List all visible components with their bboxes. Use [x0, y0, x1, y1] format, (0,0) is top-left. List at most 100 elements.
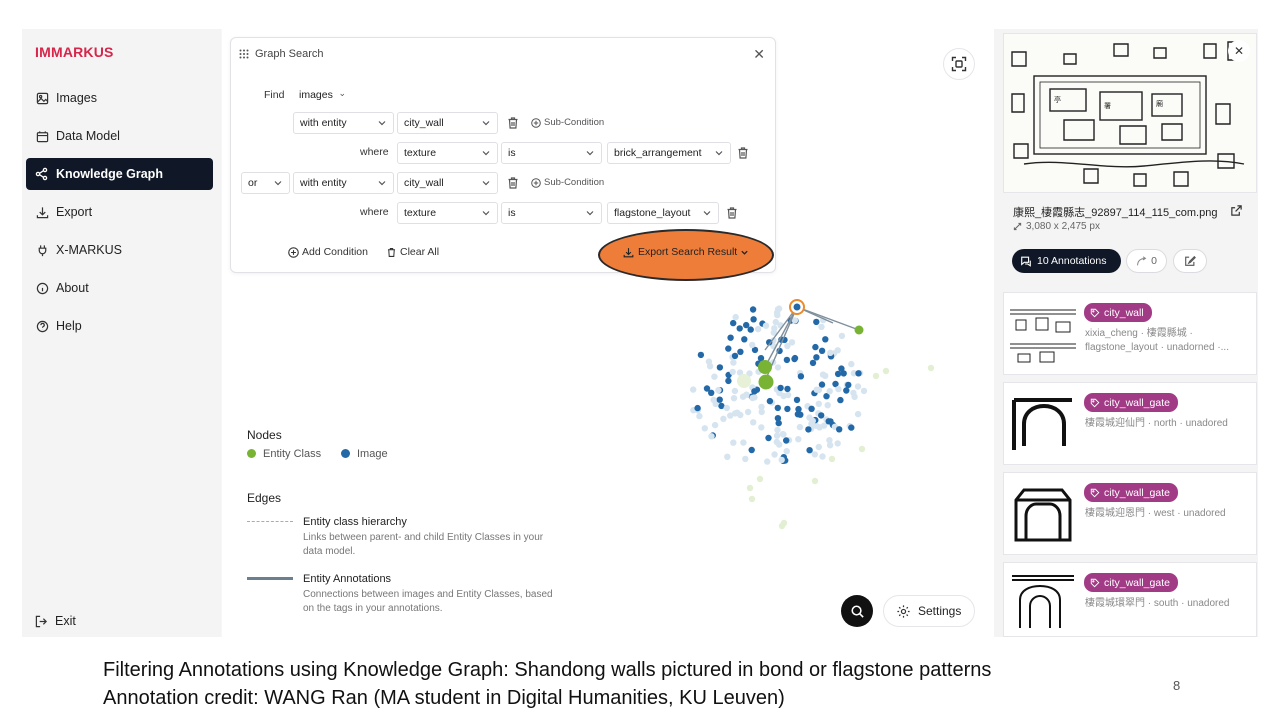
faded-entity-node[interactable]	[872, 372, 880, 380]
faded-node[interactable]	[727, 412, 734, 419]
settings-button[interactable]: Settings	[883, 595, 975, 627]
image-node[interactable]	[848, 424, 855, 431]
faded-node[interactable]	[815, 400, 822, 407]
faded-node[interactable]	[795, 436, 802, 443]
image-node[interactable]	[725, 345, 732, 352]
entity-select-2[interactable]: city_wall	[397, 172, 498, 194]
image-node[interactable]	[777, 384, 784, 392]
faded-entity-node[interactable]	[746, 484, 754, 492]
faded-node[interactable]	[796, 423, 804, 431]
faded-entity-node[interactable]	[811, 477, 819, 485]
faded-node[interactable]	[742, 455, 749, 463]
image-node[interactable]	[834, 370, 842, 378]
entity-class-node[interactable]	[758, 360, 772, 374]
image-node[interactable]	[765, 434, 772, 442]
image-node[interactable]	[809, 359, 817, 367]
value-select-2[interactable]: flagstone_layout	[607, 202, 719, 224]
property-select-2[interactable]: texture	[397, 202, 498, 224]
entity-class-node[interactable]	[758, 374, 774, 390]
entity-select-1[interactable]: city_wall	[397, 112, 498, 134]
faded-node[interactable]	[854, 410, 862, 418]
faded-entity-node[interactable]	[882, 367, 890, 375]
faded-node[interactable]	[729, 368, 736, 376]
faded-entity-node[interactable]	[748, 495, 756, 503]
faded-node[interactable]	[774, 426, 781, 434]
selected-image-node-core[interactable]	[793, 303, 801, 311]
faded-node[interactable]	[809, 417, 816, 425]
image-node[interactable]	[730, 319, 737, 327]
faded-node[interactable]	[771, 325, 778, 332]
faded-entity-node[interactable]	[780, 519, 788, 527]
faded-node[interactable]	[731, 387, 739, 395]
image-node[interactable]	[845, 381, 852, 389]
sidebar-item-images[interactable]: Images	[26, 82, 213, 114]
image-node[interactable]	[813, 318, 820, 326]
faded-node[interactable]	[750, 419, 757, 426]
image-node[interactable]	[749, 306, 757, 313]
sidebar-item-help[interactable]: Help	[26, 310, 213, 342]
image-node[interactable]	[694, 404, 701, 412]
faded-node[interactable]	[754, 325, 762, 333]
operator-select-1[interactable]: is	[501, 142, 602, 164]
image-node[interactable]	[783, 437, 790, 444]
faded-node[interactable]	[811, 451, 818, 458]
faded-node[interactable]	[815, 386, 823, 394]
relation-select-2[interactable]: with entity	[293, 172, 394, 194]
annotations-tab[interactable]: 10 Annotations	[1012, 249, 1121, 273]
property-select-1[interactable]: texture	[397, 142, 498, 164]
image-node[interactable]	[774, 404, 781, 412]
search-graph-button[interactable]	[841, 595, 873, 627]
add-sub-condition-button[interactable]: Sub-Condition	[531, 177, 604, 188]
image-node[interactable]	[836, 426, 843, 433]
image-node[interactable]	[797, 373, 805, 380]
faded-node[interactable]	[710, 396, 717, 404]
faded-node[interactable]	[838, 332, 846, 340]
image-node[interactable]	[822, 336, 829, 343]
value-select-1[interactable]: brick_arrangement	[607, 142, 731, 164]
image-node[interactable]	[748, 446, 755, 454]
faded-entity-node[interactable]	[756, 475, 764, 483]
sidebar-item-export[interactable]: Export	[26, 196, 213, 228]
faded-node[interactable]	[705, 358, 713, 365]
faded-node[interactable]	[751, 394, 758, 401]
image-node[interactable]	[703, 385, 711, 392]
image-node[interactable]	[731, 352, 739, 360]
trash-icon[interactable]	[506, 176, 520, 190]
faded-node[interactable]	[774, 364, 782, 371]
sidebar-item-knowledge-graph[interactable]: Knowledge Graph	[26, 158, 213, 190]
faded-node[interactable]	[819, 453, 826, 460]
image-node[interactable]	[783, 356, 791, 364]
add-sub-condition-button[interactable]: Sub-Condition	[531, 117, 604, 128]
image-node[interactable]	[725, 377, 732, 385]
add-condition-button[interactable]: Add Condition	[288, 246, 368, 258]
image-node[interactable]	[766, 397, 774, 405]
export-search-result-button[interactable]: Export Search Result	[623, 246, 749, 258]
faded-node[interactable]	[696, 412, 703, 420]
faded-node[interactable]	[720, 415, 727, 422]
faded-node[interactable]	[744, 408, 752, 416]
image-node[interactable]	[813, 354, 820, 361]
image-node[interactable]	[716, 396, 723, 403]
image-node[interactable]	[855, 370, 862, 377]
faded-node[interactable]	[724, 453, 731, 460]
drag-handle-icon[interactable]	[239, 49, 249, 59]
faded-node[interactable]	[827, 349, 834, 356]
fit-view-button[interactable]	[943, 48, 975, 80]
faded-node[interactable]	[739, 393, 747, 400]
faded-node[interactable]	[711, 373, 718, 380]
faded-node[interactable]	[749, 341, 756, 349]
faded-node[interactable]	[815, 443, 822, 451]
faded-node[interactable]	[774, 306, 782, 313]
faded-node[interactable]	[711, 421, 719, 429]
faded-node[interactable]	[762, 322, 770, 329]
image-node[interactable]	[843, 387, 850, 394]
faded-node[interactable]	[690, 386, 697, 393]
faded-node[interactable]	[715, 386, 722, 394]
faded-node[interactable]	[834, 440, 841, 447]
image-node[interactable]	[793, 396, 801, 404]
faded-node[interactable]	[773, 432, 781, 439]
faded-node[interactable]	[758, 408, 765, 416]
faded-entity-node[interactable]	[828, 455, 836, 463]
faded-node[interactable]	[784, 342, 791, 350]
entity-class-node[interactable]	[737, 374, 751, 388]
